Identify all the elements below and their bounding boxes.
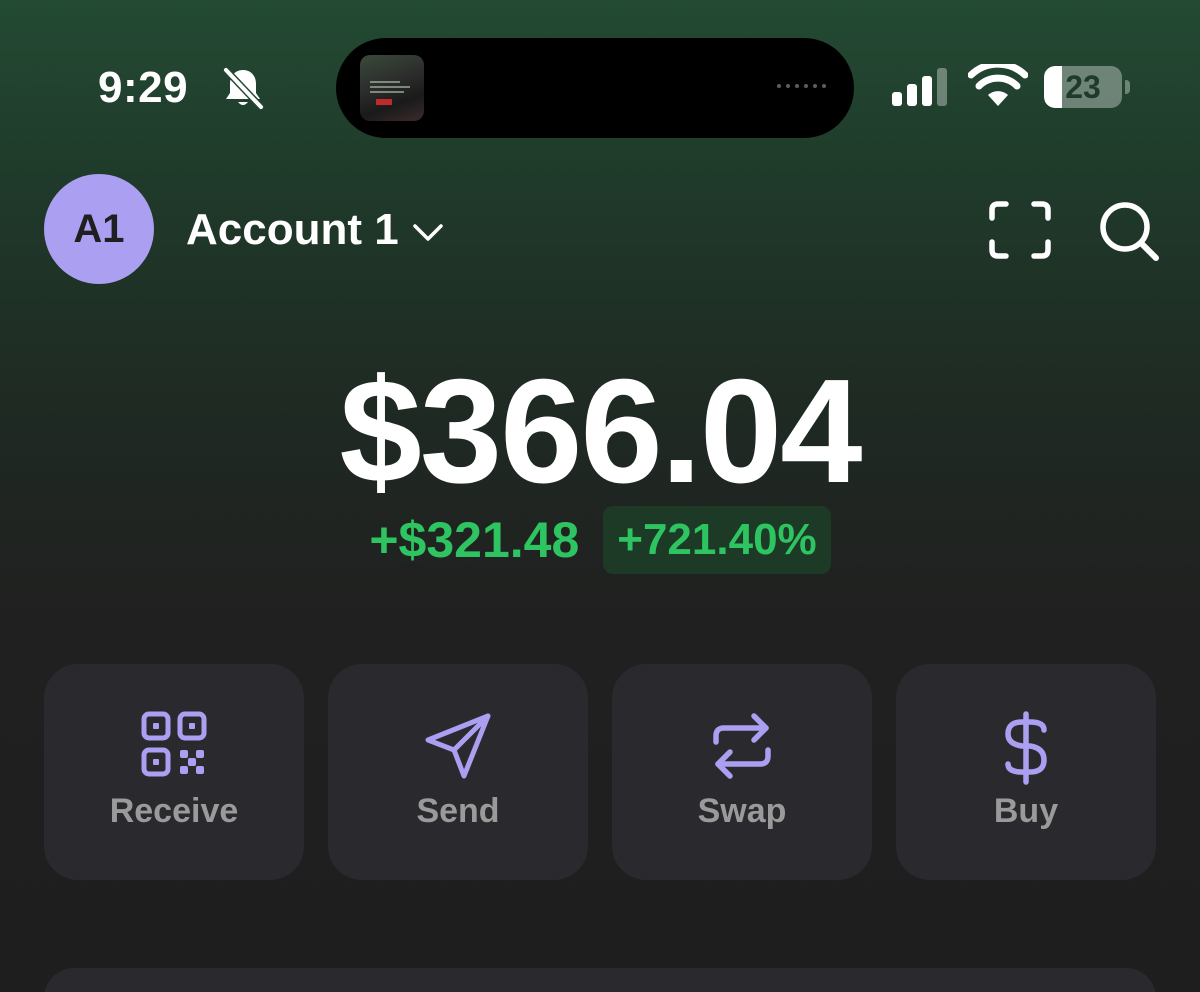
send-button[interactable]: Send (328, 664, 588, 880)
next-section-card (44, 968, 1156, 992)
swap-label: Swap (697, 792, 787, 830)
buy-button[interactable]: Buy (896, 664, 1156, 880)
live-activity-thumbnail (360, 55, 424, 121)
change-percent-badge: +721.40% (603, 506, 831, 574)
scan-icon[interactable] (988, 200, 1052, 260)
bell-slash-icon (222, 66, 265, 110)
dynamic-island (336, 38, 854, 138)
battery-tip (1125, 80, 1130, 94)
island-dots (777, 84, 826, 88)
swap-icon (713, 713, 771, 779)
search-icon[interactable] (1096, 198, 1162, 262)
balance-change: +$321.48 +721.40% (0, 506, 1200, 574)
buy-label: Buy (993, 792, 1059, 830)
total-balance: $366.04 (339, 349, 863, 514)
dollar-icon (1005, 711, 1047, 785)
receive-button[interactable]: Receive (44, 664, 304, 880)
swap-button[interactable]: Swap (612, 664, 872, 880)
account-name: Account 1 (186, 205, 399, 254)
status-time: 9:29 (98, 63, 189, 112)
battery-icon: 23 (1044, 66, 1122, 108)
change-amount: +$321.48 (369, 512, 580, 568)
send-icon (425, 713, 491, 779)
receive-label: Receive (109, 792, 239, 830)
send-label: Send (416, 792, 500, 830)
signal-icon (892, 68, 947, 106)
avatar[interactable]: A1 (44, 174, 154, 284)
wifi-icon (968, 64, 1028, 106)
account-switcher[interactable]: Account 1 (186, 202, 445, 258)
chevron-down-icon (412, 224, 443, 241)
battery-level: 23 (1065, 69, 1101, 105)
qr-code-icon (141, 711, 207, 777)
